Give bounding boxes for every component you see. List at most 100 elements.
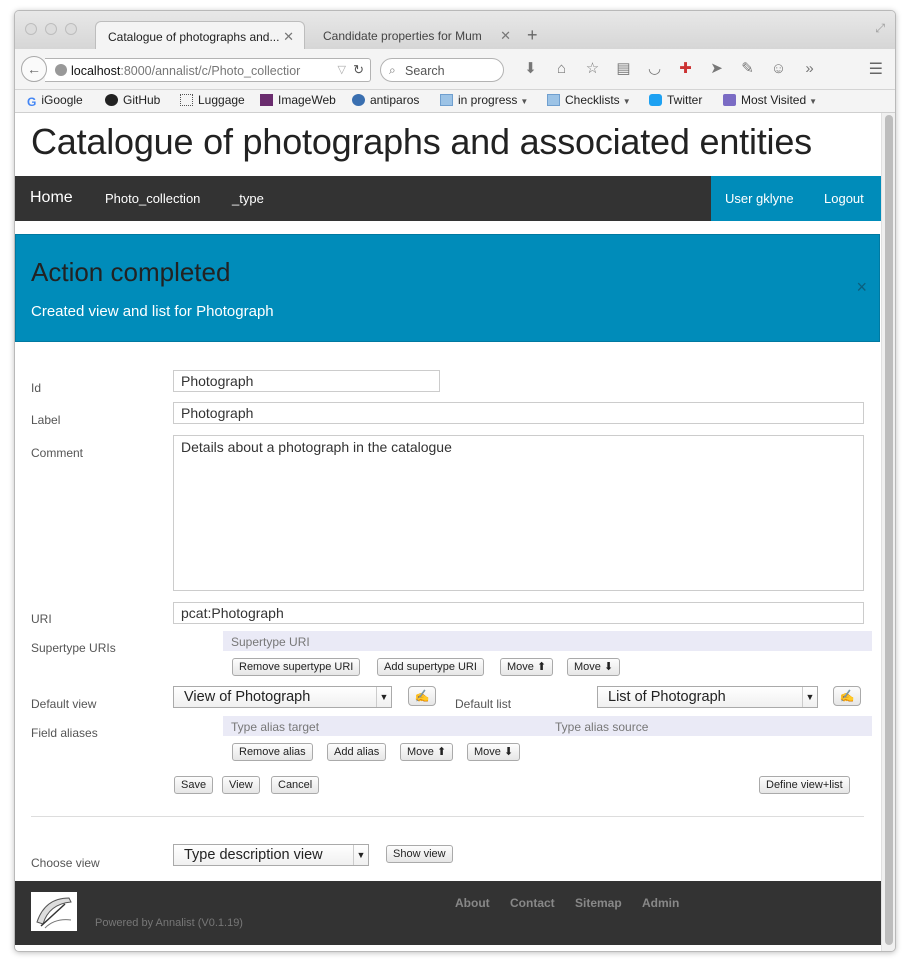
- toolbar-icons: ⬇ ⌂ ☆ ▤ ◡ ✚ ➤ ✎ ☺»: [515, 59, 825, 81]
- comment-field[interactable]: Details about a photograph in the catalo…: [173, 435, 864, 591]
- addon-icon[interactable]: ✚: [670, 59, 701, 77]
- chevron-down-icon: ▼: [353, 845, 368, 865]
- alias-target-header: Type alias target: [223, 716, 547, 736]
- alias-move-down-button[interactable]: Move ⬇: [467, 743, 521, 761]
- define-view-list-button[interactable]: Define view+list: [759, 776, 850, 794]
- github-icon: [105, 94, 118, 106]
- comment-label: Comment: [31, 446, 84, 460]
- default-list-select[interactable]: List of Photograph ▼: [597, 686, 818, 708]
- footer-sitemap-link[interactable]: Sitemap: [575, 896, 622, 910]
- search-icon: ⌕: [389, 63, 396, 77]
- url-path: :8000/annalist/c/Photo_collectior: [120, 64, 301, 78]
- supertype-move-down-button[interactable]: Move ⬇: [567, 658, 621, 676]
- remove-alias-button[interactable]: Remove alias: [232, 743, 313, 761]
- globe-icon: [55, 64, 67, 76]
- reading-list-icon[interactable]: ▤: [608, 59, 639, 77]
- chevron-down-icon: ▼: [802, 687, 817, 707]
- footer-admin-link[interactable]: Admin: [642, 896, 679, 910]
- bird-icon[interactable]: ✎: [732, 59, 763, 77]
- bookmark-label: Twitter: [667, 93, 703, 107]
- default-list-value: List of Photograph: [608, 689, 726, 705]
- minimize-window-button[interactable]: [45, 23, 57, 35]
- alias-move-up-button[interactable]: Move ⬆: [400, 743, 454, 761]
- cancel-button[interactable]: Cancel: [271, 776, 320, 794]
- edit-list-button[interactable]: ✍: [833, 686, 861, 706]
- supertype-move-up-button[interactable]: Move ⬆: [500, 658, 554, 676]
- supertype-uri-header: Supertype URI: [223, 631, 872, 651]
- footer-about-link[interactable]: About: [455, 896, 490, 910]
- new-tab-icon[interactable]: +: [527, 25, 538, 46]
- default-list-label: Default list: [455, 697, 512, 711]
- close-window-button[interactable]: [25, 23, 37, 35]
- page-viewport: Catalogue of photographs and associated …: [15, 113, 881, 951]
- bookmark-label: Luggage: [198, 93, 245, 107]
- bookmark-star-icon[interactable]: ☆: [577, 59, 608, 77]
- nav-type-link[interactable]: _type: [232, 191, 264, 206]
- url-bar[interactable]: localhost:8000/annalist/c/Photo_collecti…: [45, 58, 371, 82]
- remove-supertype-button[interactable]: Remove supertype URI: [232, 658, 361, 676]
- home-icon[interactable]: ⌂: [546, 60, 577, 77]
- url-dropdown-icon[interactable]: ▽: [338, 63, 346, 76]
- close-tab-icon[interactable]: ✕: [500, 28, 511, 44]
- bookmark-luggage[interactable]: Luggage: [180, 93, 245, 107]
- tab-catalogue[interactable]: Catalogue of photographs and... ✕: [95, 21, 305, 49]
- twitter-icon: [649, 94, 662, 106]
- choose-view-select[interactable]: Type description view ▼: [173, 844, 369, 866]
- scrollbar-thumb[interactable]: [885, 115, 893, 945]
- close-icon[interactable]: ×: [856, 277, 867, 298]
- bookmark-antiparos[interactable]: antiparos: [352, 93, 419, 107]
- bookmark-label: in progress: [458, 93, 518, 107]
- bookmark-label: GitHub: [123, 93, 161, 107]
- pocket-icon[interactable]: ◡: [639, 59, 670, 77]
- save-button[interactable]: Save: [174, 776, 214, 794]
- bookmark-twitter[interactable]: Twitter: [649, 93, 702, 107]
- menu-icon[interactable]: ☰: [869, 59, 883, 79]
- status-alert: Action completed Created view and list f…: [15, 234, 880, 342]
- footer-contact-link[interactable]: Contact: [510, 896, 555, 910]
- add-alias-button[interactable]: Add alias: [327, 743, 387, 761]
- overflow-chevron-icon[interactable]: »: [794, 60, 825, 77]
- send-icon[interactable]: ➤: [701, 59, 732, 77]
- downloads-icon[interactable]: ⬇: [515, 59, 546, 77]
- imageweb-icon: [260, 94, 273, 106]
- default-view-value: View of Photograph: [184, 689, 311, 705]
- url-host: localhost: [71, 64, 121, 78]
- edit-icon: ✍: [414, 689, 430, 703]
- tab-label: Candidate properties for Mum: [323, 29, 482, 43]
- page-title: Catalogue of photographs and associated …: [31, 121, 812, 162]
- page-scrollbar[interactable]: [881, 113, 895, 951]
- chat-icon[interactable]: ☺: [763, 60, 794, 77]
- zoom-window-button[interactable]: [65, 23, 77, 35]
- supertype-uris-label: Supertype URIs: [31, 641, 116, 655]
- close-tab-icon[interactable]: ✕: [283, 29, 294, 45]
- tab-candidate-properties[interactable]: Candidate properties for Mum ✕: [311, 21, 521, 49]
- nav-home-link[interactable]: Home: [30, 189, 73, 207]
- bookmark-github[interactable]: GitHub: [105, 93, 160, 107]
- search-input[interactable]: ⌕ Search: [380, 58, 504, 82]
- default-view-select[interactable]: View of Photograph ▼: [173, 686, 392, 708]
- dotted-square-icon: [180, 94, 193, 106]
- bookmark-imageweb[interactable]: ImageWeb: [260, 93, 336, 107]
- bookmark-folder-checklists[interactable]: Checklists ▼: [547, 93, 631, 107]
- add-supertype-button[interactable]: Add supertype URI: [377, 658, 484, 676]
- reload-icon[interactable]: ↻: [353, 62, 364, 78]
- label-field[interactable]: [173, 402, 864, 424]
- google-icon: G: [27, 95, 37, 109]
- nav-collection-link[interactable]: Photo_collection: [105, 191, 200, 206]
- chevron-down-icon: ▼: [520, 97, 529, 106]
- bookmark-folder-in-progress[interactable]: in progress ▼: [440, 93, 528, 107]
- back-button[interactable]: ←: [21, 56, 47, 82]
- show-view-button[interactable]: Show view: [386, 845, 453, 863]
- nav-user-link[interactable]: User gklyne: [725, 191, 794, 206]
- default-view-label: Default view: [31, 697, 97, 711]
- bookmark-igoogle[interactable]: GiGoogle: [27, 93, 83, 109]
- id-field[interactable]: [173, 370, 440, 392]
- label-label: Label: [31, 413, 61, 427]
- edit-view-button[interactable]: ✍: [408, 686, 436, 706]
- view-button[interactable]: View: [222, 776, 260, 794]
- fullscreen-icon[interactable]: ⤢: [875, 21, 885, 36]
- bookmark-most-visited[interactable]: Most Visited ▼: [723, 93, 817, 107]
- id-label: Id: [31, 381, 42, 395]
- uri-field[interactable]: [173, 602, 864, 624]
- nav-logout-link[interactable]: Logout: [824, 191, 864, 206]
